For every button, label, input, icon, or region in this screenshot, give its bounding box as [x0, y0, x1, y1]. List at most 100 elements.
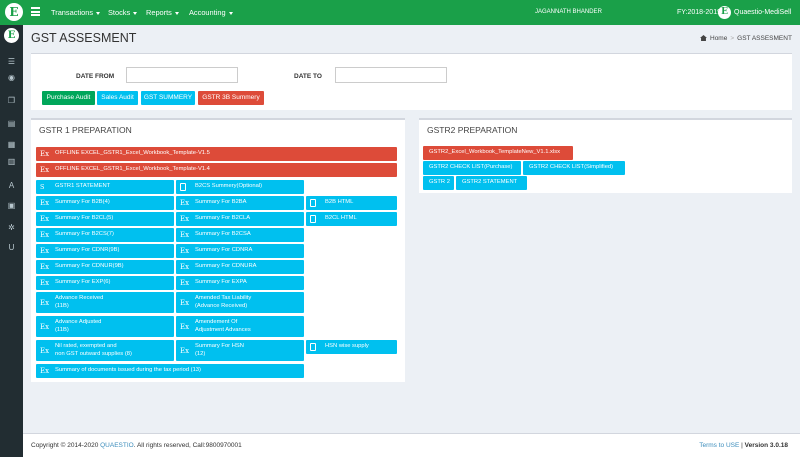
caret-down-icon: [174, 11, 179, 15]
excel-icon: Ex: [180, 247, 190, 255]
gstr2-title: GSTR2 PREPARATION: [427, 125, 518, 135]
footer: Copyright © 2014-2020 QUAESTIO. All righ…: [23, 433, 800, 457]
underline-icon[interactable]: U: [6, 242, 17, 253]
excel-icon: Ex: [40, 231, 50, 239]
summary-b2ba-button[interactable]: Ex Summary For B2BA: [176, 196, 304, 210]
offline-excel-v15-button[interactable]: Ex OFFLINE EXCEL_GSTR1_Excel_Workbook_Te…: [36, 147, 397, 161]
excel-icon: Ex: [40, 346, 50, 355]
summary-expa-button[interactable]: Ex Summary For EXPA: [176, 276, 304, 290]
summary-hsn-button[interactable]: Ex Summary For HSN (12): [176, 340, 304, 361]
caret-down-icon: [133, 11, 138, 15]
gstr2-checklist-simplified-button[interactable]: GSTR2 CHECK LIST(Simplified): [523, 161, 625, 175]
summary-b2csa-button[interactable]: Ex Summary For B2CSA: [176, 228, 304, 242]
sidebar: E ☰ ◉ ❐ ▤ ▦ ▥ A ▣ ✲ U: [0, 25, 23, 457]
terms-link[interactable]: Terms to USE: [699, 442, 739, 449]
page-title: GST ASSESMENT: [31, 31, 137, 45]
filter-box: DATE FROM DATE TO Purchase Audit Sales A…: [31, 53, 792, 110]
excel-icon: Ex: [180, 346, 190, 355]
menu-stocks[interactable]: Stocks: [108, 0, 138, 25]
caret-down-icon: [228, 11, 233, 15]
amendment-adjustment-advances-button[interactable]: Ex Amendement Of Adjustment Advances: [176, 316, 304, 337]
b2b-html-button[interactable]: B2B HTML: [306, 196, 397, 210]
purchase-audit-button[interactable]: Purchase Audit: [42, 91, 95, 105]
gstr3b-summery-button[interactable]: GSTR 3B Summery: [198, 91, 264, 105]
home-icon: [700, 35, 707, 41]
menu-transactions[interactable]: Transactions: [51, 0, 101, 25]
financial-year: FY:2018-2019: [677, 9, 721, 16]
settings-icon[interactable]: ✲: [6, 222, 17, 233]
date-to-input[interactable]: [335, 67, 447, 83]
gstr2-template-button[interactable]: GSTR2_Excel_Workbook_TemplateNew_V1.1.xl…: [423, 146, 573, 160]
summary-cdnr-button[interactable]: Ex Summary For CDNR(9B): [36, 244, 174, 258]
b2cs-summery-optional-button[interactable]: B2CS Summery(Optional): [176, 180, 304, 194]
gstr1-panel: GSTR 1 PREPARATION Ex OFFLINE EXCEL_GSTR…: [31, 118, 405, 382]
excel-icon: Ex: [40, 199, 50, 207]
excel-icon: Ex: [40, 150, 50, 158]
nil-rated-button[interactable]: Ex Nil rated, exempted and non GST outwar…: [36, 340, 174, 361]
sales-audit-button[interactable]: Sales Audit: [97, 91, 138, 105]
sidebar-logo[interactable]: E: [4, 28, 19, 43]
excel-icon: Ex: [40, 215, 50, 223]
summary-b2cs-button[interactable]: Ex Summary For B2CS(7): [36, 228, 174, 242]
date-to-label: DATE TO: [294, 73, 322, 80]
excel-icon: Ex: [40, 279, 50, 287]
offline-excel-v14-button[interactable]: Ex OFFLINE EXCEL_GSTR1_Excel_Workbook_Te…: [36, 163, 397, 177]
excel-icon: Ex: [40, 367, 50, 375]
excel-icon: Ex: [40, 166, 50, 174]
date-from-input[interactable]: [126, 67, 238, 83]
caret-down-icon: [96, 11, 101, 15]
gstr2-panel: GSTR2 PREPARATION GSTR2_Excel_Workbook_T…: [419, 118, 792, 193]
table-icon[interactable]: ▥: [6, 156, 17, 167]
summary-b2b-button[interactable]: Ex Summary For B2B(4): [36, 196, 174, 210]
company-link[interactable]: QUAESTIO: [100, 442, 134, 449]
date-from-label: DATE FROM: [76, 73, 115, 80]
hsn-wise-supply-button[interactable]: HSN wise supply: [306, 340, 397, 354]
excel-icon: Ex: [40, 247, 50, 255]
excel-icon: Ex: [40, 298, 50, 307]
gstr2-statement-button[interactable]: GSTR2 STATEMENT: [456, 176, 527, 190]
footer-right: Terms to USE | Version 3.0.18: [699, 442, 788, 449]
menu-accounting[interactable]: Accounting: [189, 0, 233, 25]
boxes-icon[interactable]: ❐: [6, 95, 17, 106]
html-file-icon: [310, 215, 316, 223]
excel-icon: Ex: [40, 322, 50, 331]
brand-logo[interactable]: E: [5, 3, 23, 21]
summary-cdnura-button[interactable]: Ex Summary For CDNURA: [176, 260, 304, 274]
advance-received-button[interactable]: Ex Advance Received (11B): [36, 292, 174, 313]
b2cl-html-button[interactable]: B2CL HTML: [306, 212, 397, 226]
gstr1-statement-button[interactable]: S GSTR1 STATEMENT: [36, 180, 174, 194]
summary-cdnur-button[interactable]: Ex Summary For CDNUR(9B): [36, 260, 174, 274]
sidebar-toggle-icon[interactable]: [31, 7, 40, 16]
breadcrumb-home[interactable]: Home: [710, 35, 727, 42]
summary-documents-issued-button[interactable]: Ex Summary of documents issued during th…: [36, 364, 304, 378]
font-icon[interactable]: A: [6, 180, 17, 191]
app-avatar-icon[interactable]: E: [718, 6, 731, 19]
dashboard-icon[interactable]: ◉: [6, 72, 17, 83]
breadcrumb-current: GST ASSESMENT: [737, 35, 792, 42]
html-file-icon: [180, 183, 186, 191]
excel-icon: Ex: [180, 322, 190, 331]
breadcrumb: Home > GST ASSESMENT: [700, 35, 792, 42]
excel-icon: Ex: [180, 231, 190, 239]
book-icon[interactable]: ▣: [6, 200, 17, 211]
advance-adjusted-button[interactable]: Ex Advance Adjusted (11B): [36, 316, 174, 337]
summary-b2cl-button[interactable]: Ex Summary For B2CL(5): [36, 212, 174, 226]
excel-icon: Ex: [180, 279, 190, 287]
list-icon[interactable]: ☰: [6, 56, 17, 67]
excel-icon: Ex: [180, 298, 190, 307]
summary-cdnra-button[interactable]: Ex Summary For CDNRA: [176, 244, 304, 258]
summary-exp-button[interactable]: Ex Summary For EXP(6): [36, 276, 174, 290]
excel-icon: Ex: [180, 215, 190, 223]
document-icon[interactable]: ▤: [6, 118, 17, 129]
amended-tax-liability-button[interactable]: Ex Amended Tax Liability (Advance Receive…: [176, 292, 304, 313]
app-name[interactable]: Quaestio-MediSell: [734, 0, 791, 25]
gstr2-checklist-purchase-button[interactable]: GSTR2 CHECK LIST(Purchase): [423, 161, 521, 175]
gstr2-button[interactable]: GSTR 2: [423, 176, 454, 190]
gst-summery-button[interactable]: GST SUMMERY: [141, 91, 195, 105]
user-name: JAGANNATH BHANDER: [535, 9, 602, 15]
excel-icon: Ex: [40, 263, 50, 271]
html-file-icon: [310, 199, 316, 207]
summary-b2cla-button[interactable]: Ex Summary For B2CLA: [176, 212, 304, 226]
menu-reports[interactable]: Reports: [146, 0, 179, 25]
report-icon[interactable]: ▦: [6, 139, 17, 150]
